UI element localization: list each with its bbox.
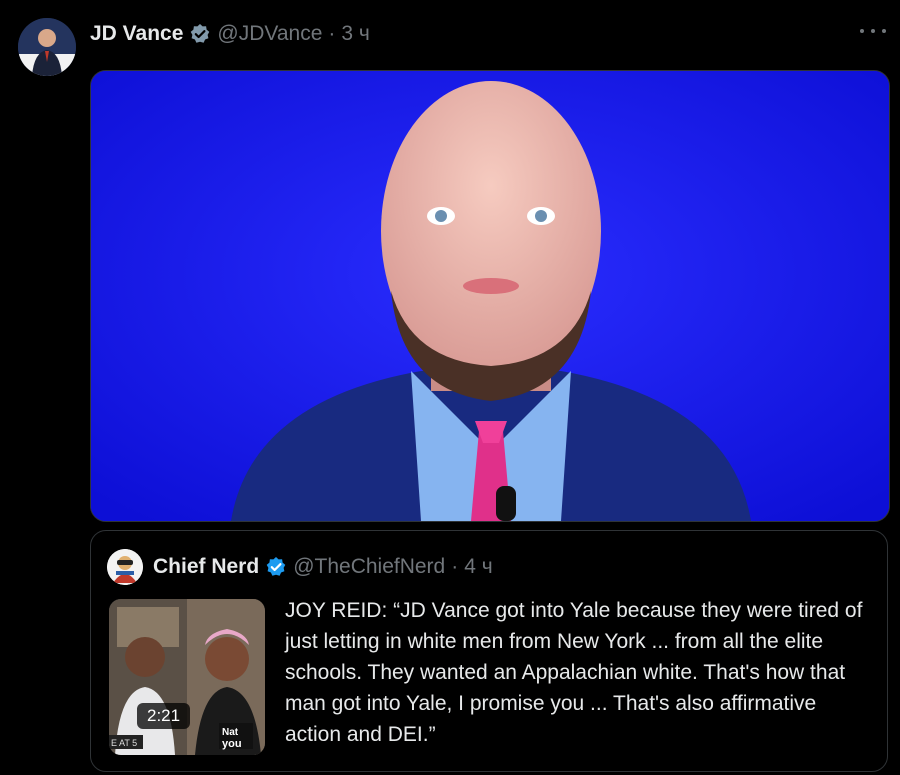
tweet-header: JD Vance @JDVance · 3 ч — [90, 20, 370, 48]
verified-badge-icon — [189, 23, 211, 45]
quoted-author-name[interactable]: Chief Nerd — [153, 555, 259, 579]
quoted-video-thumbnail[interactable]: Nat you E AT 5 2:21 — [109, 599, 265, 755]
svg-text:E AT 5: E AT 5 — [111, 738, 137, 748]
separator-dot: · — [328, 22, 336, 45]
author-handle[interactable]: @JDVance — [217, 22, 322, 46]
post-timestamp[interactable]: 3 ч — [341, 22, 369, 46]
quoted-author-handle[interactable]: @TheChiefNerd — [293, 555, 445, 579]
svg-text:Nat: Nat — [222, 727, 239, 738]
quoted-tweet[interactable]: Chief Nerd @TheChiefNerd · 4 ч Nat you E… — [90, 530, 888, 772]
quoted-tweet-header: Chief Nerd @TheChiefNerd · 4 ч — [107, 549, 493, 585]
more-options-icon[interactable] — [860, 24, 886, 38]
author-avatar[interactable] — [18, 18, 76, 76]
verified-badge-icon — [265, 556, 287, 578]
svg-text:you: you — [222, 738, 242, 750]
quoted-tweet-text: JOY REID: “JD Vance got into Yale becaus… — [285, 599, 863, 746]
tweet-media-image[interactable] — [90, 70, 890, 522]
quoted-author-avatar[interactable] — [107, 549, 143, 585]
separator-dot: · — [451, 555, 459, 578]
author-name[interactable]: JD Vance — [90, 22, 183, 46]
video-duration: 2:21 — [137, 703, 191, 729]
quoted-timestamp[interactable]: 4 ч — [464, 555, 492, 579]
